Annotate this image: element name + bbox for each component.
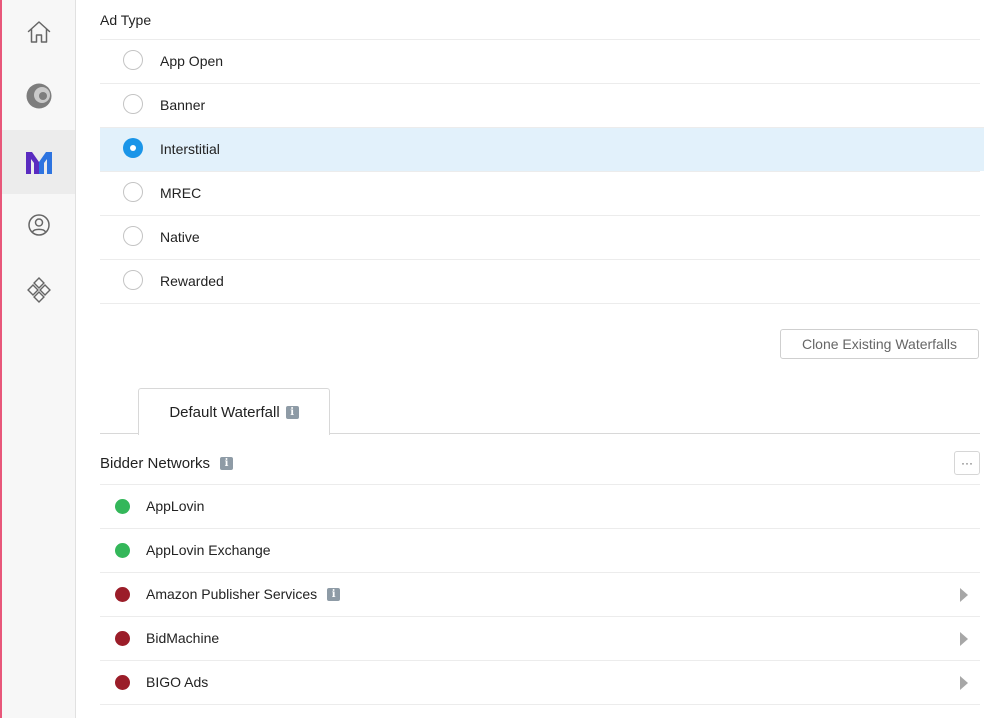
c-logo-icon	[26, 83, 51, 109]
network-row-partial[interactable]	[100, 704, 980, 718]
more-options-button[interactable]: ···	[954, 451, 980, 475]
ad-type-option-label: App Open	[160, 53, 224, 69]
radio-button[interactable]	[123, 94, 143, 114]
expand-chevron-icon[interactable]	[960, 588, 968, 602]
expand-chevron-icon[interactable]	[960, 676, 968, 690]
network-row-amazon-publisher-services[interactable]: Amazon Publisher Services i	[100, 572, 980, 616]
sidebar-item-analytics[interactable]	[2, 64, 75, 128]
diamond-grid-icon	[26, 277, 51, 303]
sidebar	[2, 0, 76, 718]
network-label: Amazon Publisher Services i	[146, 586, 341, 602]
network-label: BIGO Ads	[146, 674, 209, 690]
status-dot	[115, 499, 130, 514]
network-label: AppLovin Exchange	[146, 542, 271, 558]
main-content: Ad Type App Open Banner Interstitial MRE…	[76, 0, 1002, 718]
info-icon[interactable]: i	[285, 405, 299, 419]
network-row-applovin[interactable]: AppLovin	[100, 484, 980, 528]
expand-chevron-icon[interactable]	[960, 632, 968, 646]
clone-existing-waterfalls-button[interactable]: Clone Existing Waterfalls	[780, 329, 979, 359]
sidebar-item-integrations[interactable]	[2, 258, 75, 322]
ad-type-option-label: Native	[160, 229, 200, 245]
network-label: AppLovin	[146, 498, 205, 514]
radio-button[interactable]	[123, 182, 143, 202]
ad-type-option-mrec[interactable]: MREC	[100, 171, 980, 215]
ad-type-option-rewarded[interactable]: Rewarded	[100, 259, 980, 304]
network-row-bidmachine[interactable]: BidMachine	[100, 616, 980, 660]
status-dot	[115, 543, 130, 558]
ad-type-option-label: Banner	[160, 97, 206, 113]
tab-default-waterfall[interactable]: Default Waterfall i	[138, 388, 330, 435]
user-icon	[27, 214, 50, 236]
bidder-networks-title: Bidder Networks	[100, 455, 211, 472]
ad-type-option-label: Rewarded	[160, 273, 224, 289]
network-row-applovin-exchange[interactable]: AppLovin Exchange	[100, 528, 980, 572]
sidebar-item-mediation[interactable]	[2, 130, 75, 194]
m-logo-icon	[25, 152, 52, 174]
bidder-network-list: AppLovin AppLovin Exchange Amazon Publis…	[100, 484, 980, 718]
radio-button[interactable]	[123, 50, 143, 70]
info-icon[interactable]: i	[220, 457, 234, 470]
ad-type-option-interstitial[interactable]: Interstitial	[100, 127, 984, 171]
status-dot	[115, 587, 130, 602]
radio-button[interactable]	[123, 226, 143, 246]
status-dot	[115, 631, 130, 646]
ad-type-option-banner[interactable]: Banner	[100, 83, 980, 127]
sidebar-item-account[interactable]	[2, 193, 75, 257]
bidder-networks-heading: Bidder Networks i	[100, 455, 234, 472]
network-row-bigo-ads[interactable]: BIGO Ads	[100, 660, 980, 704]
network-label: BidMachine	[146, 630, 220, 646]
ad-type-option-native[interactable]: Native	[100, 215, 980, 259]
tab-label: Default Waterfall	[169, 403, 280, 421]
ad-type-option-app-open[interactable]: App Open	[100, 39, 980, 83]
ad-type-option-label: MREC	[160, 185, 202, 201]
ad-type-list: App Open Banner Interstitial MREC Native…	[100, 39, 984, 304]
status-dot	[115, 675, 130, 690]
home-icon	[27, 21, 50, 43]
radio-button-selected[interactable]	[123, 138, 143, 158]
sidebar-item-home[interactable]	[2, 0, 75, 64]
ad-type-option-label: Interstitial	[160, 141, 220, 157]
info-icon[interactable]: i	[327, 587, 341, 601]
ad-type-label: Ad Type	[100, 12, 152, 28]
radio-button[interactable]	[123, 270, 143, 290]
